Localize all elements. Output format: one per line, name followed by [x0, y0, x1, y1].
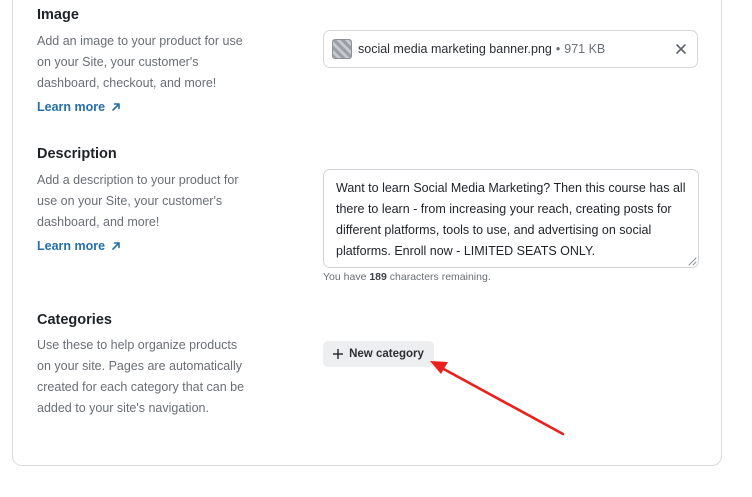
annotation-arrow — [430, 361, 565, 436]
